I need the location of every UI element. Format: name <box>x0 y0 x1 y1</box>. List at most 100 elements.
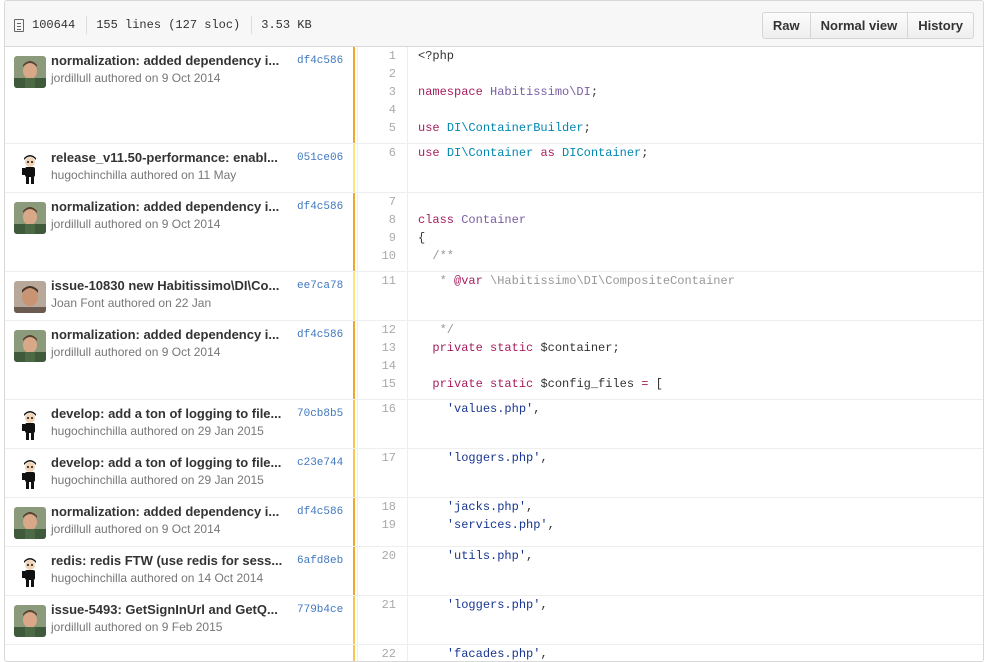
blame-hunk: normalization: added dependency i... jord… <box>5 498 983 547</box>
avatar[interactable] <box>14 409 46 441</box>
line-number[interactable]: 20 <box>358 547 408 565</box>
raw-button[interactable]: Raw <box>761 12 811 39</box>
code-line: 1 <?php <box>358 47 983 65</box>
commit-message-link[interactable]: normalization: added dependency i... <box>51 199 286 214</box>
line-number[interactable]: 12 <box>358 321 408 339</box>
code-line: 10 /** <box>358 247 983 265</box>
line-number[interactable]: 22 <box>358 645 408 661</box>
avatar[interactable] <box>14 281 46 313</box>
line-number[interactable]: 18 <box>358 498 408 516</box>
code-line: 8 class Container <box>358 211 983 229</box>
commit-sha-link[interactable]: df4c586 <box>297 201 343 213</box>
code-line: 6 use DI\Container as DIContainer; <box>358 144 983 162</box>
commit-meta: hugochinchilla authored on 11 May <box>51 168 237 182</box>
code-text: private static $container; <box>432 341 620 355</box>
line-number[interactable]: 10 <box>358 247 408 265</box>
commit-sha-link[interactable]: df4c586 <box>297 506 343 518</box>
code-text: use DI\Container as DIContainer; <box>418 146 649 160</box>
commit-meta: hugochinchilla authored on 29 Jan 2015 <box>51 424 264 438</box>
commit-meta: hugochinchilla authored on 14 Oct 2014 <box>51 571 264 585</box>
commit-meta: jordillull authored on 9 Feb 2015 <box>51 620 223 634</box>
commit-info <box>5 645 355 661</box>
line-number[interactable]: 5 <box>358 119 408 137</box>
commit-sha-link[interactable]: 051ce06 <box>297 152 343 164</box>
commit-message-link[interactable]: issue-5493: GetSignInUrl and GetQ... <box>51 602 286 617</box>
commit-info: normalization: added dependency i... jord… <box>5 321 355 399</box>
code-text: use DI\ContainerBuilder; <box>418 121 591 135</box>
line-number[interactable]: 4 <box>358 101 408 119</box>
line-number[interactable]: 17 <box>358 449 408 467</box>
avatar[interactable] <box>14 605 46 637</box>
code-lines: 7 8 class Container 9 {10 /** <box>357 193 983 271</box>
avatar[interactable] <box>14 507 46 539</box>
line-number[interactable]: 9 <box>358 229 408 247</box>
line-number[interactable]: 1 <box>358 47 408 65</box>
line-number[interactable]: 21 <box>358 596 408 614</box>
commit-message-link[interactable]: redis: redis FTW (use redis for sess... <box>51 553 286 568</box>
line-number[interactable]: 19 <box>358 516 408 534</box>
code-text: 'utils.php', <box>446 549 534 563</box>
avatar[interactable] <box>14 56 46 88</box>
view-button-group: Raw Normal view History <box>761 12 974 39</box>
line-number[interactable]: 15 <box>358 375 408 393</box>
file-header: 100644 155 lines (127 sloc) 3.53 KB Raw … <box>5 1 983 47</box>
file-box: 100644 155 lines (127 sloc) 3.53 KB Raw … <box>4 0 984 662</box>
code-line: 5 use DI\ContainerBuilder; <box>358 119 983 137</box>
code-line: 16 'values.php', <box>358 400 983 418</box>
commit-sha-link[interactable]: c23e744 <box>297 457 343 469</box>
normal-view-button[interactable]: Normal view <box>809 12 909 39</box>
code-line: 2 <box>358 65 983 83</box>
commit-sha-link[interactable]: 70cb8b5 <box>297 408 343 420</box>
commit-message-link[interactable]: issue-10830 new Habitissimo\DI\Co... <box>51 278 286 293</box>
divider <box>86 16 88 34</box>
commit-message-link[interactable]: normalization: added dependency i... <box>51 53 286 68</box>
line-number[interactable]: 7 <box>358 193 408 211</box>
code-lines: 21 'loggers.php', <box>357 596 983 644</box>
avatar[interactable] <box>14 330 46 362</box>
line-number[interactable]: 14 <box>358 357 408 375</box>
code-text: 'loggers.php', <box>446 598 548 612</box>
commit-sha-link[interactable]: 779b4ce <box>297 604 343 616</box>
code-text: * @var \Habitissimo\DI\CompositeContaine… <box>418 274 735 288</box>
line-number[interactable]: 16 <box>358 400 408 418</box>
blame-hunk: normalization: added dependency i... jord… <box>5 47 983 144</box>
code-line: 7 <box>358 193 983 211</box>
commit-message-link[interactable]: release_v11.50-performance: enabl... <box>51 150 286 165</box>
line-number[interactable]: 8 <box>358 211 408 229</box>
commit-sha-link[interactable]: ee7ca78 <box>297 280 343 292</box>
commit-message-link[interactable]: normalization: added dependency i... <box>51 504 286 519</box>
code-text: 'services.php', <box>446 518 555 532</box>
code-text: class Container <box>418 213 527 227</box>
avatar[interactable] <box>14 153 46 185</box>
code-line: 13 private static $container; <box>358 339 983 357</box>
avatar[interactable] <box>14 458 46 490</box>
commit-sha-link[interactable]: df4c586 <box>297 55 343 67</box>
line-number[interactable]: 6 <box>358 144 408 162</box>
code-text: { <box>418 231 426 245</box>
code-line: 4 <box>358 101 983 119</box>
commit-sha-link[interactable]: 6afd8eb <box>297 555 343 567</box>
commit-message-link[interactable]: develop: add a ton of logging to file... <box>51 406 286 421</box>
code-lines: 20 'utils.php', <box>357 547 983 595</box>
line-number[interactable]: 13 <box>358 339 408 357</box>
commit-info: normalization: added dependency i... jord… <box>5 498 355 546</box>
blame-hunk: issue-5493: GetSignInUrl and GetQ... jord… <box>5 596 983 645</box>
avatar[interactable] <box>14 202 46 234</box>
file-size: 3.53 KB <box>261 18 312 32</box>
blame-hunk: normalization: added dependency i... jord… <box>5 193 983 272</box>
commit-sha-link[interactable]: df4c586 <box>297 329 343 341</box>
code-lines: 17 'loggers.php', <box>357 449 983 497</box>
commit-message-link[interactable]: develop: add a ton of logging to file... <box>51 455 286 470</box>
avatar[interactable] <box>14 556 46 588</box>
commit-info: release_v11.50-performance: enabl... hugo… <box>5 144 355 192</box>
commit-info: develop: add a ton of logging to file...… <box>5 400 355 448</box>
code-line: 19 'services.php', <box>358 516 983 534</box>
line-number[interactable]: 2 <box>358 65 408 83</box>
commit-meta: jordillull authored on 9 Oct 2014 <box>51 217 221 231</box>
code-text: 'values.php', <box>446 402 541 416</box>
history-button[interactable]: History <box>907 12 974 39</box>
line-number[interactable]: 11 <box>358 272 408 290</box>
commit-message-link[interactable]: normalization: added dependency i... <box>51 327 286 342</box>
blame-hunk: develop: add a ton of logging to file...… <box>5 400 983 449</box>
line-number[interactable]: 3 <box>358 83 408 101</box>
